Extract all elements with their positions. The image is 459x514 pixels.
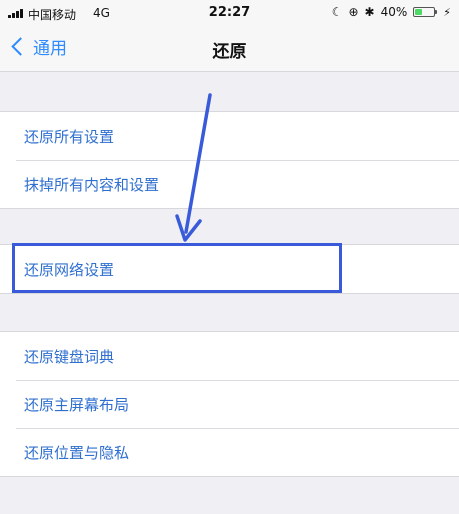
battery-level xyxy=(415,9,423,15)
list-item-label: 还原位置与隐私 xyxy=(24,443,130,462)
page-title: 还原 xyxy=(212,42,247,62)
settings-screen: 中国移动 4G 22:27 ☾ ⊕ ✱ 40% ⚡ 通用 还原 还原所有设置 抹… xyxy=(0,0,459,514)
list-item-label: 还原网络设置 xyxy=(24,260,115,279)
reset-group-2: 还原网络设置 xyxy=(0,244,459,294)
battery-icon xyxy=(413,7,438,17)
status-indicators: ☾ ⊕ ✱ 40% ⚡ xyxy=(332,5,451,19)
battery-percent: 40% xyxy=(380,5,408,19)
charging-icon: ⚡ xyxy=(443,5,451,19)
list-item-label: 还原主屏幕布局 xyxy=(24,395,130,414)
erase-all-content-item[interactable]: 抹掉所有内容和设置 xyxy=(0,160,459,208)
bluetooth-icon: ✱ xyxy=(364,5,375,19)
list-item-label: 抹掉所有内容和设置 xyxy=(24,175,160,194)
status-bar: 中国移动 4G 22:27 ☾ ⊕ ✱ 40% ⚡ xyxy=(0,0,459,26)
reset-keyboard-dictionary-item[interactable]: 还原键盘词典 xyxy=(0,332,459,380)
reset-group-3: 还原键盘词典 还原主屏幕布局 还原位置与隐私 xyxy=(0,331,459,477)
reset-network-settings-item[interactable]: 还原网络设置 xyxy=(0,245,459,293)
orientation-lock-icon: ⊕ xyxy=(348,5,359,19)
list-item-label: 还原所有设置 xyxy=(24,127,115,146)
reset-home-screen-layout-item[interactable]: 还原主屏幕布局 xyxy=(0,380,459,428)
reset-group-1: 还原所有设置 抹掉所有内容和设置 xyxy=(0,111,459,209)
reset-location-privacy-item[interactable]: 还原位置与隐私 xyxy=(0,428,459,476)
list-item-label: 还原键盘词典 xyxy=(24,347,115,366)
navigation-bar: 通用 还原 xyxy=(0,26,459,72)
moon-icon: ☾ xyxy=(331,5,343,19)
reset-all-settings-item[interactable]: 还原所有设置 xyxy=(0,112,459,160)
